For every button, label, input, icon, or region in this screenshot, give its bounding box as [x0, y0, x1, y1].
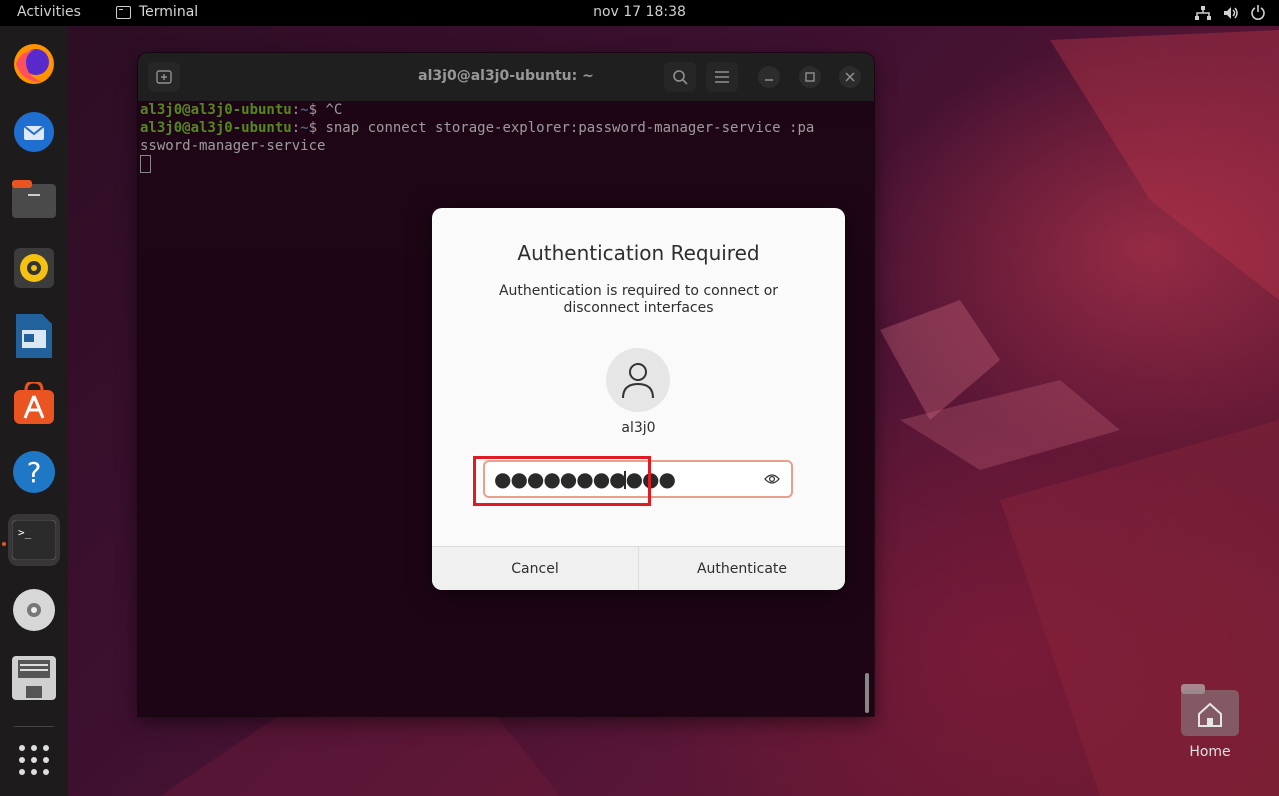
svg-text:>_: >_	[18, 526, 32, 539]
cancel-button[interactable]: Cancel	[432, 547, 638, 590]
files-icon[interactable]	[8, 174, 60, 226]
power-icon	[1251, 5, 1265, 20]
firefox-icon[interactable]	[8, 38, 60, 90]
dialog-title: Authentication Required	[517, 241, 760, 265]
user-icon	[622, 363, 654, 399]
volume-icon	[1224, 6, 1238, 19]
help-icon[interactable]: ?	[8, 446, 60, 498]
thunderbird-icon[interactable]	[8, 106, 60, 158]
svg-text:?: ?	[27, 456, 42, 489]
terminal-scrollbar[interactable]	[865, 673, 869, 713]
libreoffice-writer-icon[interactable]	[8, 310, 60, 362]
home-folder-label[interactable]: Home	[1170, 744, 1250, 760]
clock[interactable]: nov 17 18:38	[0, 4, 1279, 20]
disc-icon[interactable]	[8, 584, 60, 636]
app-center-icon[interactable]	[8, 378, 60, 430]
home-folder-icon[interactable]	[1181, 684, 1239, 736]
network-icon	[1195, 5, 1211, 20]
dialog-button-row: Cancel Authenticate	[432, 546, 845, 590]
terminal-icon[interactable]: >_	[8, 514, 60, 566]
username-label: al3j0	[621, 420, 656, 436]
show-apps-grid-icon[interactable]	[8, 734, 60, 786]
rhythmbox-icon[interactable]	[8, 242, 60, 294]
top-bar: Activities Terminal nov 17 18:38	[0, 0, 1279, 26]
annotation-highlight-box	[473, 456, 651, 506]
authentication-dialog: Authentication Required Authentication i…	[432, 208, 845, 590]
terminal-running-indicator	[2, 542, 6, 546]
dialog-message: Authentication is required to connect or…	[498, 283, 779, 316]
authenticate-button[interactable]: Authenticate	[639, 547, 845, 590]
floppy-save-icon[interactable]	[8, 652, 60, 704]
eye-reveal-icon[interactable]	[764, 473, 780, 485]
avatar	[606, 348, 670, 412]
dock-separator	[14, 726, 54, 727]
dock: ? >_	[0, 26, 68, 796]
system-tray[interactable]	[1195, 5, 1265, 20]
